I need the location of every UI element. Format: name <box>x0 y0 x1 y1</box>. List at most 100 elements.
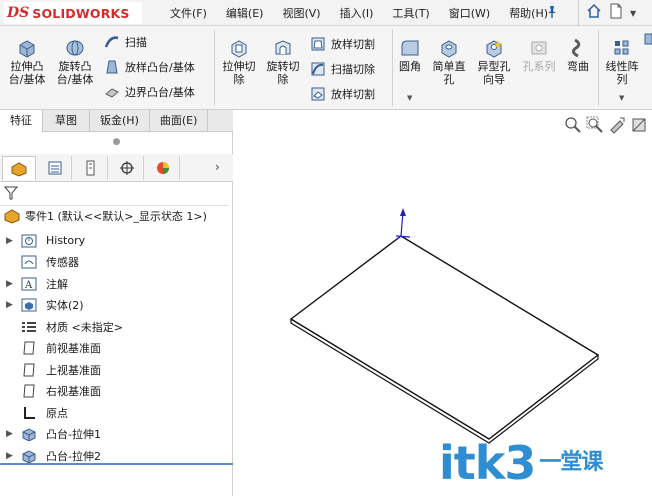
property-manager-icon <box>48 161 61 175</box>
tree-node-material[interactable]: 材质 <未指定> <box>0 316 233 338</box>
fillet-dropdown-icon[interactable]: ▼ <box>407 94 412 102</box>
expand-arrow-icon[interactable]: ▶ <box>6 451 13 461</box>
expand-arrow-icon[interactable]: ▶ <box>6 236 13 246</box>
tree-node-right-plane[interactable]: 右视基准面 <box>0 381 233 403</box>
app-name: SOLIDWORKS <box>32 5 130 21</box>
boundary-boss-label: 边界凸台/基体 <box>125 86 195 99</box>
boundary-cut-button[interactable]: 放样切割 <box>310 86 375 102</box>
command-manager-tabs: 特征 草图 钣金(H) 曲面(E) <box>0 110 233 132</box>
solidworks-logo[interactable]: DS SOLIDWORKS <box>4 2 142 24</box>
tree-node-top-plane[interactable]: 上视基准面 <box>0 359 233 381</box>
menu-tools[interactable]: 工具(T) <box>392 5 429 21</box>
chevron-right-icon[interactable]: › <box>215 160 220 174</box>
tab-property-manager[interactable] <box>38 156 72 180</box>
plane-icon <box>20 340 38 356</box>
filter-icon[interactable] <box>4 185 18 201</box>
tree-node-label: History <box>46 234 86 248</box>
revolve-cut-button[interactable]: 旋转切 除 <box>262 38 304 86</box>
sweep-cut-button[interactable]: 扫描切除 <box>310 61 375 77</box>
expand-arrow-icon[interactable]: ▶ <box>6 429 13 439</box>
revolve-boss-icon <box>66 40 84 56</box>
tree-node-sensors[interactable]: 传感器 <box>0 252 233 274</box>
tab-features[interactable]: 特征 <box>0 110 43 132</box>
boundary-cut-label: 放样切割 <box>331 88 375 101</box>
linear-pattern-button[interactable]: 线性阵 列 <box>602 38 642 86</box>
ds-logo-mark: DS <box>7 5 30 21</box>
loft-boss-label: 放样凸台/基体 <box>125 61 195 74</box>
hole-wizard-icon <box>486 40 502 58</box>
boundary-boss-icon <box>105 88 119 98</box>
extrude-boss-label: 拉伸凸 台/基体 <box>8 60 46 86</box>
tree-node-label: 上视基准面 <box>46 363 101 377</box>
fillet-label: 圆角 <box>399 60 421 73</box>
loft-cut-icon <box>311 37 325 51</box>
tab-feature-tree[interactable] <box>2 156 36 180</box>
boundary-boss-button[interactable]: 边界凸台/基体 <box>104 84 195 100</box>
origin-icon <box>20 405 38 421</box>
tab-configuration-manager[interactable] <box>74 156 108 180</box>
history-icon <box>20 233 38 249</box>
panel-splitter-handle[interactable]: ● <box>0 132 233 154</box>
rollback-bar[interactable] <box>0 463 233 465</box>
menu-file[interactable]: 文件(F) <box>170 5 207 21</box>
menu-help[interactable]: 帮助(H) <box>509 5 548 21</box>
sweep-icon <box>104 36 119 48</box>
simple-hole-icon <box>441 40 457 58</box>
tree-node-label: 传感器 <box>46 256 79 270</box>
plane-icon <box>20 362 38 378</box>
tab-sketch[interactable]: 草图 <box>43 110 90 132</box>
tree-node-annotations[interactable]: ▶ A 注解 <box>0 273 233 295</box>
tree-node-front-plane[interactable]: 前视基准面 <box>0 338 233 360</box>
pin-icon[interactable] <box>546 5 558 19</box>
dropdown-arrow-icon[interactable]: ▼ <box>630 9 636 18</box>
expand-arrow-icon[interactable]: ▶ <box>6 300 13 310</box>
tab-dimxpert-manager[interactable] <box>110 156 144 180</box>
cut-off-icon <box>644 33 652 45</box>
hole-wizard-button[interactable]: 异型孔 向导 <box>472 38 516 86</box>
tab-display-manager[interactable] <box>146 156 180 180</box>
extrude-feature-icon <box>20 448 38 464</box>
revolve-boss-button[interactable]: 旋转凸 台/基体 <box>52 38 98 86</box>
tree-node-label: 材质 <未指定> <box>46 320 123 334</box>
simple-hole-button[interactable]: 简单直 孔 <box>428 38 470 86</box>
ribbon-overflow[interactable] <box>643 30 652 106</box>
title-bar: DS SOLIDWORKS 文件(F) 编辑(E) 视图(V) 插入(I) 工具… <box>0 0 652 26</box>
menu-window[interactable]: 窗口(W) <box>449 5 490 21</box>
new-document-icon[interactable] <box>609 3 623 23</box>
tree-filter-bar[interactable] <box>0 182 229 206</box>
sensor-icon <box>20 254 38 270</box>
home-icon[interactable] <box>586 3 602 23</box>
loft-cut-button[interactable]: 放样切割 <box>310 36 375 52</box>
extrude-cut-label: 拉伸切 除 <box>222 60 256 86</box>
tree-node-solid-bodies[interactable]: ▶ 实体(2) <box>0 295 233 317</box>
display-manager-icon <box>156 162 169 174</box>
tree-node-label: 凸台-拉伸2 <box>46 449 101 463</box>
expand-arrow-icon[interactable]: ▶ <box>6 279 13 289</box>
tree-node-history[interactable]: ▶ History <box>0 230 233 252</box>
tree-node-boss-extrude1[interactable]: ▶ 凸台-拉伸1 <box>0 424 233 446</box>
hole-series-button[interactable]: 孔系列 <box>518 38 560 73</box>
watermark-cn: 一堂课 <box>539 450 603 475</box>
extrude-cut-button[interactable]: 拉伸切 除 <box>218 38 260 86</box>
menu-view[interactable]: 视图(V) <box>282 5 320 21</box>
extrude-boss-button[interactable]: 拉伸凸 台/基体 <box>4 38 50 86</box>
tab-sheet-metal[interactable]: 钣金(H) <box>90 110 150 132</box>
material-icon <box>20 319 38 335</box>
origin-x-axis <box>395 235 411 238</box>
feature-manager-panel: ● › 零件1 (默认<<默认>_显示状态 1>) ▶ History 传感器 … <box>0 132 233 496</box>
sweep-button[interactable]: 扫描 <box>104 34 147 50</box>
plate-top-face[interactable] <box>289 235 600 440</box>
menu-edit[interactable]: 编辑(E) <box>226 5 264 21</box>
graphics-viewport[interactable]: itk3 一堂课 <box>234 110 652 496</box>
loft-boss-button[interactable]: 放样凸台/基体 <box>104 59 195 75</box>
annotation-icon: A <box>20 276 38 292</box>
plane-icon <box>20 383 38 399</box>
tab-surfaces[interactable]: 曲面(E) <box>150 110 209 132</box>
part-root-node[interactable]: 零件1 (默认<<默认>_显示状态 1>) <box>3 208 207 224</box>
tree-node-origin[interactable]: 原点 <box>0 402 233 424</box>
extrude-feature-icon <box>20 426 38 442</box>
menu-insert[interactable]: 插入(I) <box>340 5 374 21</box>
flex-button[interactable]: 弯曲 <box>562 38 594 73</box>
fillet-button[interactable]: 圆角 <box>396 38 424 73</box>
linear-pattern-dropdown-icon[interactable]: ▼ <box>619 94 624 102</box>
